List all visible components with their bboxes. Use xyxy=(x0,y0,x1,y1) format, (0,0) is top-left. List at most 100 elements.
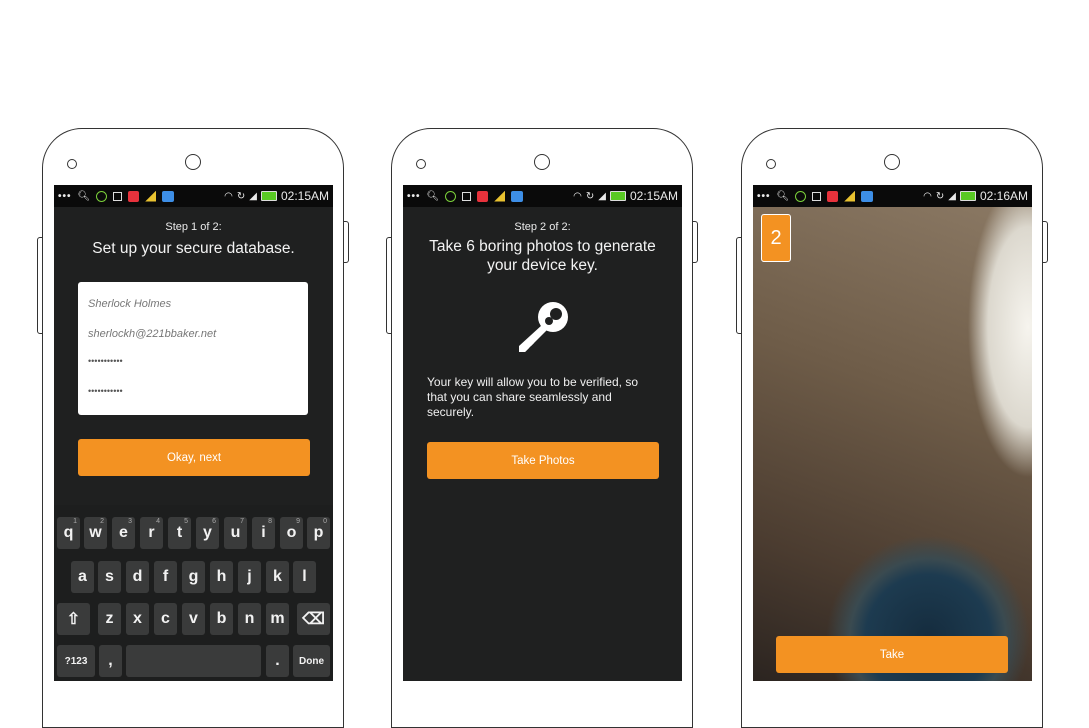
red-app-icon xyxy=(477,190,489,202)
wifi-icon: ◠ xyxy=(224,190,233,202)
status-bar: ••• 🔍︎ ◠ ↻ ◢ 02:15AM xyxy=(54,185,333,207)
symbols-key[interactable]: ?123 xyxy=(57,645,95,677)
yellow-app-icon xyxy=(494,190,506,202)
key-k[interactable]: k xyxy=(266,561,289,593)
email-field[interactable]: sherlockh@221bbaker.net xyxy=(88,328,216,340)
key-d[interactable]: d xyxy=(126,561,149,593)
power-button xyxy=(1042,221,1048,263)
red-app-icon xyxy=(827,190,839,202)
battery-icon xyxy=(609,191,626,201)
wifi-icon: ◠ xyxy=(923,190,932,202)
backspace-icon: ⌫ xyxy=(302,611,325,628)
key-t[interactable]: t5 xyxy=(168,517,191,549)
sensor-dot xyxy=(416,159,426,169)
clock: 02:16AM xyxy=(979,189,1028,203)
signal-icon: ◢ xyxy=(249,190,257,202)
key-w[interactable]: w2 xyxy=(84,517,107,549)
phone-frame-3: ••• 🔍︎ ◠ ↻ ◢ 02:16AM 2 Take xyxy=(736,128,1048,728)
step-indicator: Step 2 of 2: xyxy=(514,221,571,233)
take-button[interactable]: Take xyxy=(776,636,1008,673)
key-b[interactable]: b xyxy=(210,603,233,635)
key-p[interactable]: p0 xyxy=(307,517,330,549)
battery-icon xyxy=(959,191,976,201)
green-circle-icon xyxy=(795,190,807,202)
key-z[interactable]: z xyxy=(98,603,121,635)
key-o[interactable]: o9 xyxy=(280,517,303,549)
key-j[interactable]: j xyxy=(238,561,261,593)
phone-frame-2: ••• 🔍︎ ◠ ↻ ◢ 02:15AM Step 2 of 2: Take 6… xyxy=(386,128,698,728)
key-u[interactable]: u7 xyxy=(224,517,247,549)
phone-frame-1: ••• 🔍︎ ◠ ↻ ◢ 02:15AM Step 1 of 2: Set up… xyxy=(37,128,349,728)
sync-icon: ↻ xyxy=(935,190,945,202)
sensor-dot xyxy=(766,159,776,169)
key-c[interactable]: c xyxy=(154,603,177,635)
key-v[interactable]: v xyxy=(182,603,205,635)
name-field[interactable]: Sherlock Holmes xyxy=(88,298,171,310)
front-camera xyxy=(884,154,900,170)
space-key[interactable] xyxy=(126,645,261,677)
grid-icon xyxy=(462,191,472,201)
step-indicator: Step 1 of 2: xyxy=(165,221,222,233)
front-camera xyxy=(534,154,550,170)
confirm-password-field[interactable]: ••••••••••• xyxy=(88,386,123,396)
screen-setup-database: ••• 🔍︎ ◠ ↻ ◢ 02:15AM Step 1 of 2: Set up… xyxy=(54,185,333,681)
key-x[interactable]: x xyxy=(126,603,149,635)
blue-app-icon xyxy=(162,190,175,202)
more-icon: ••• xyxy=(757,190,771,202)
power-button xyxy=(692,221,698,263)
screen-camera: ••• 🔍︎ ◠ ↻ ◢ 02:16AM 2 Take xyxy=(753,185,1032,681)
key-i[interactable]: i8 xyxy=(252,517,275,549)
key-r[interactable]: r4 xyxy=(140,517,163,549)
key-description: Your key will allow you to be verified, … xyxy=(427,375,638,419)
key-l[interactable]: l xyxy=(293,561,316,593)
red-app-icon xyxy=(128,190,140,202)
volume-button xyxy=(386,237,392,334)
green-circle-icon xyxy=(445,190,457,202)
signal-icon: ◢ xyxy=(598,190,606,202)
blue-app-icon xyxy=(861,190,874,202)
key-m[interactable]: m xyxy=(266,603,289,635)
camera-viewfinder xyxy=(753,207,1032,681)
green-circle-icon xyxy=(96,190,108,202)
take-photos-button[interactable]: Take Photos xyxy=(427,442,659,479)
grid-icon xyxy=(812,191,822,201)
backspace-key[interactable]: ⌫ xyxy=(297,603,330,635)
period-key[interactable]: . xyxy=(266,645,289,677)
key-h[interactable]: h xyxy=(210,561,233,593)
key-a[interactable]: a xyxy=(71,561,94,593)
done-key[interactable]: Done xyxy=(293,645,330,677)
key-s[interactable]: s xyxy=(98,561,121,593)
key-icon xyxy=(519,302,568,352)
status-bar: ••• 🔍︎ ◠ ↻ ◢ 02:16AM xyxy=(753,185,1032,207)
key-n[interactable]: n xyxy=(238,603,261,635)
page-title: Set up your secure database. xyxy=(92,240,295,257)
okay-next-button[interactable]: Okay, next xyxy=(78,439,310,476)
soft-keyboard: q1 w2 e3 r4 t5 y6 u7 i8 o9 p0 a s d f g … xyxy=(54,505,333,681)
search-icon: 🔍︎ xyxy=(776,190,790,202)
front-camera xyxy=(185,154,201,170)
shift-key[interactable]: ⇧ xyxy=(57,603,90,635)
key-f[interactable]: f xyxy=(154,561,177,593)
signal-icon: ◢ xyxy=(948,190,956,202)
blue-app-icon xyxy=(511,190,524,202)
clock: 02:15AM xyxy=(280,189,329,203)
clock: 02:15AM xyxy=(629,189,678,203)
comma-key[interactable]: , xyxy=(99,645,122,677)
wifi-icon: ◠ xyxy=(573,190,582,202)
search-icon: 🔍︎ xyxy=(77,190,91,202)
yellow-app-icon xyxy=(844,190,856,202)
key-q[interactable]: q1 xyxy=(57,517,80,549)
key-y[interactable]: y6 xyxy=(196,517,219,549)
status-bar: ••• 🔍︎ ◠ ↻ ◢ 02:15AM xyxy=(403,185,682,207)
screen-device-key: ••• 🔍︎ ◠ ↻ ◢ 02:15AM Step 2 of 2: Take 6… xyxy=(403,185,682,681)
photo-counter-badge: 2 xyxy=(761,214,791,262)
more-icon: ••• xyxy=(407,190,421,202)
key-e[interactable]: e3 xyxy=(112,517,135,549)
yellow-app-icon xyxy=(145,190,157,202)
sync-icon: ↻ xyxy=(585,190,595,202)
key-g[interactable]: g xyxy=(182,561,205,593)
password-field[interactable]: ••••••••••• xyxy=(88,356,123,366)
battery-icon xyxy=(260,191,277,201)
grid-icon xyxy=(113,191,123,201)
page-title: Take 6 boring photos to generate your de… xyxy=(429,238,656,274)
